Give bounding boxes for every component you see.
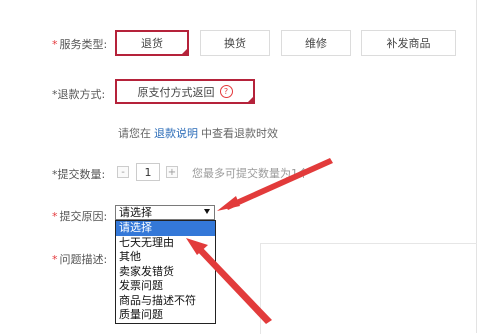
annotation-arrows (186, 158, 333, 324)
arrow-to-option-shaft (196, 246, 272, 324)
arrow-to-select-shaft (225, 158, 333, 210)
